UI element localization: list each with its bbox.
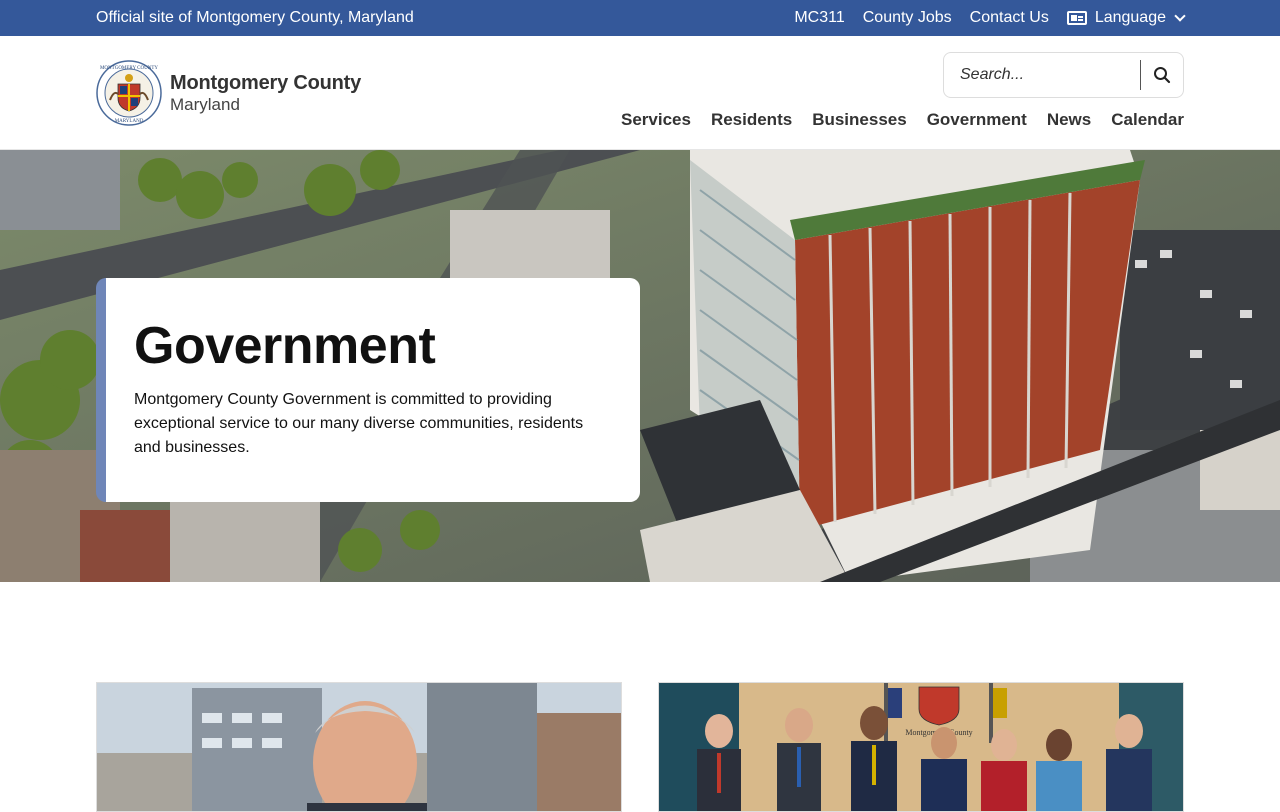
county-council-photo: Montgomery County <box>659 683 1183 811</box>
county-council-card[interactable]: Montgomery County <box>658 682 1184 812</box>
hero-banner: Government Montgomery County Government … <box>0 150 1280 582</box>
search-input[interactable] <box>944 53 1140 97</box>
utility-bar: Official site of Montgomery County, Mary… <box>0 0 1280 36</box>
chevron-down-icon <box>1174 10 1186 22</box>
main-nav: Services Residents Businesses Government… <box>621 110 1184 130</box>
official-site-text: Official site of Montgomery County, Mary… <box>96 9 414 26</box>
site-header: MONTGOMERY COUNTY MARYLAND Montgomery Co… <box>0 36 1280 150</box>
nav-calendar[interactable]: Calendar <box>1111 110 1184 130</box>
nav-businesses[interactable]: Businesses <box>812 110 907 130</box>
site-logo[interactable]: MONTGOMERY COUNTY MARYLAND Montgomery Co… <box>96 60 361 126</box>
seal-text-bottom: MARYLAND <box>115 119 144 124</box>
logo-title: Montgomery County <box>170 71 362 94</box>
nav-government[interactable]: Government <box>927 110 1027 130</box>
language-selector[interactable]: Language <box>1066 9 1186 27</box>
utility-links: MC311 County Jobs Contact Us Language <box>794 9 1186 27</box>
search-button[interactable] <box>1141 53 1183 97</box>
search-box <box>943 52 1184 98</box>
county-seal-icon: MONTGOMERY COUNTY MARYLAND <box>96 60 162 126</box>
language-icon <box>1066 11 1087 25</box>
nav-services[interactable]: Services <box>621 110 691 130</box>
hero-card: Government Montgomery County Government … <box>96 278 640 502</box>
nav-residents[interactable]: Residents <box>711 110 792 130</box>
hero-description: Montgomery County Government is committe… <box>134 391 584 456</box>
logo-text: Montgomery County Maryland <box>170 72 361 115</box>
nav-news[interactable]: News <box>1047 110 1091 130</box>
county-jobs-link[interactable]: County Jobs <box>863 9 952 27</box>
seal-text-top: MONTGOMERY COUNTY <box>100 66 158 71</box>
county-executive-card[interactable] <box>96 682 622 812</box>
logo-subtitle: Maryland <box>170 94 240 114</box>
language-label: Language <box>1094 9 1166 26</box>
contact-us-link[interactable]: Contact Us <box>970 9 1049 27</box>
feature-cards: Montgomery County <box>96 682 1184 812</box>
mc311-link[interactable]: MC311 <box>794 9 844 27</box>
hero-title: Government <box>134 317 436 375</box>
county-executive-photo <box>97 683 621 811</box>
search-icon <box>1154 67 1171 84</box>
